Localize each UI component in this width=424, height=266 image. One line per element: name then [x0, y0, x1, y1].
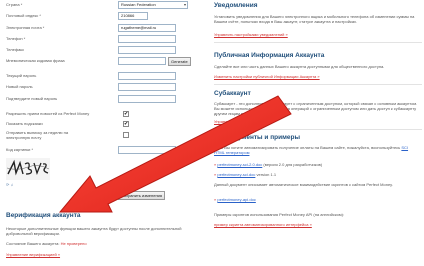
- annotation-arrow: [58, 95, 292, 213]
